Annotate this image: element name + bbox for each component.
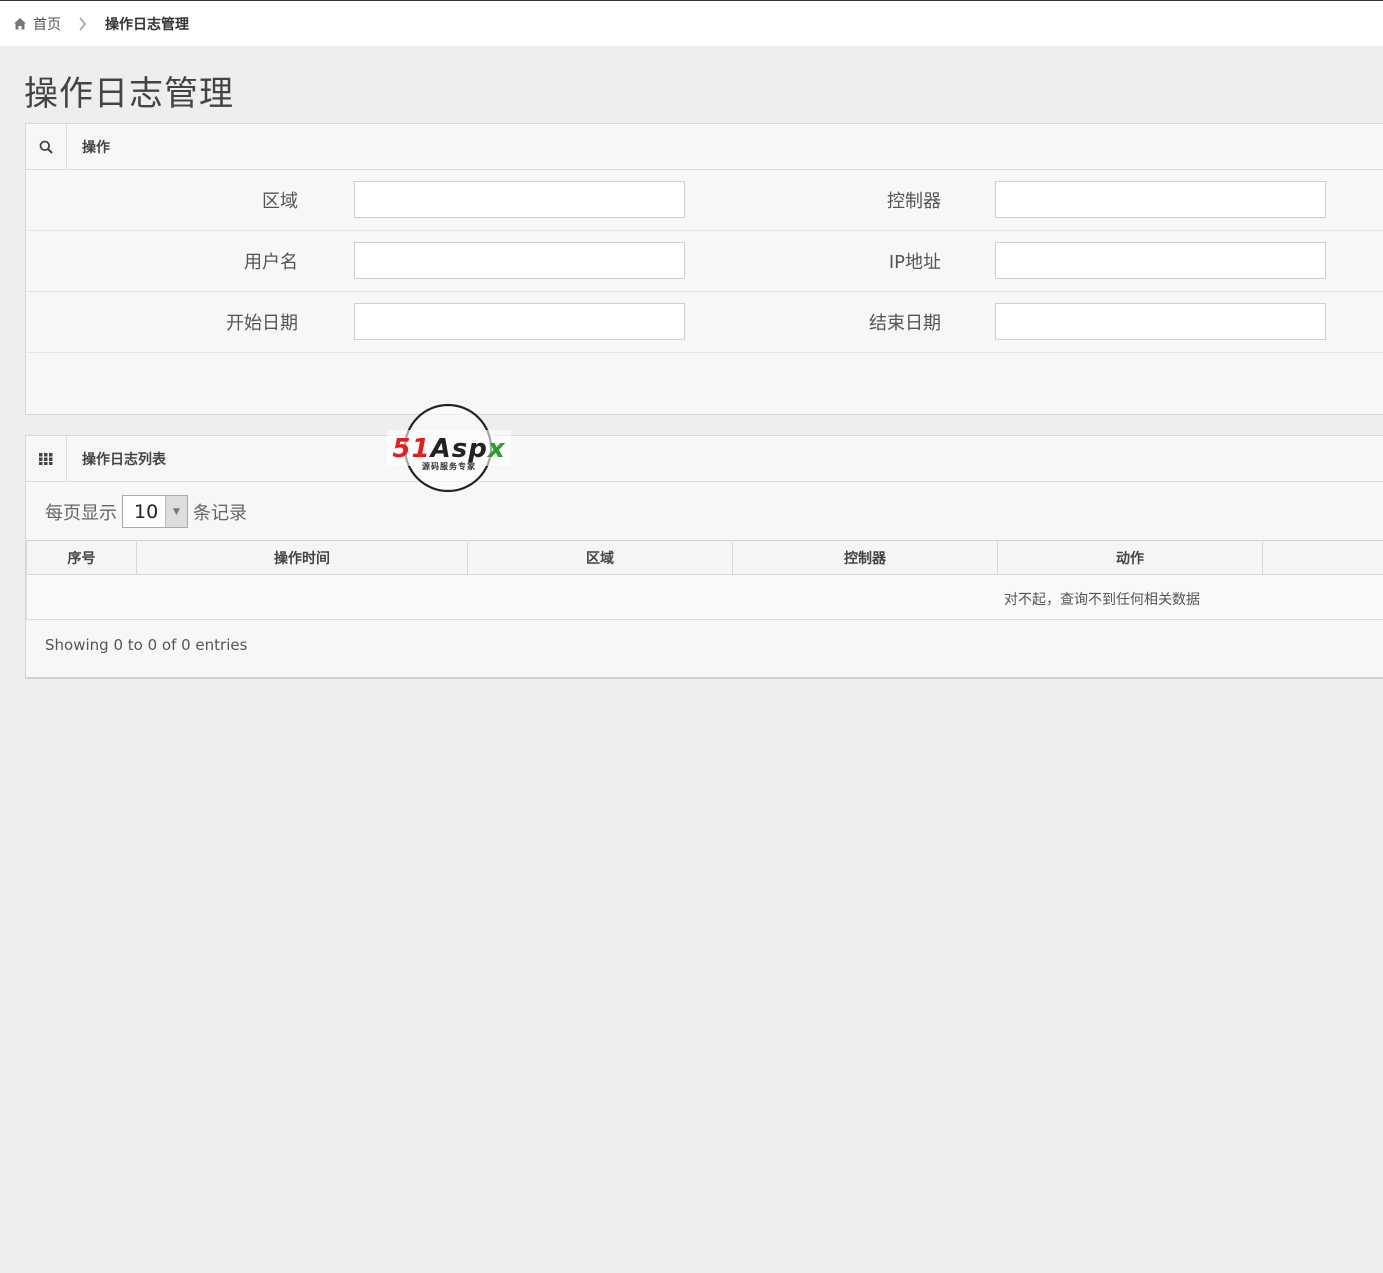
log-table: 序号 操作时间 区域 控制器 动作 对不起，查询不到任何相关数据	[26, 540, 1383, 620]
watermark-logo: 51Aspx 源码服务专家	[387, 402, 511, 494]
controller-label: 控制器	[887, 191, 941, 212]
end-date-label: 结束日期	[869, 313, 941, 334]
area-input[interactable]	[354, 181, 685, 218]
column-header-area[interactable]: 区域	[467, 540, 733, 575]
form-row-area-controller: 区域 控制器	[26, 170, 1383, 231]
empty-cell: 对不起，查询不到任何相关数据	[26, 574, 1383, 620]
grid-icon	[39, 452, 53, 465]
page-title: 操作日志管理	[24, 74, 234, 114]
controller-input[interactable]	[995, 181, 1326, 218]
column-header-controller[interactable]: 控制器	[732, 540, 998, 575]
breadcrumb: 首页 操作日志管理	[0, 0, 1383, 46]
ip-label: IP地址	[888, 252, 941, 273]
search-panel-icon-box	[26, 124, 67, 169]
start-date-input[interactable]	[354, 303, 685, 340]
column-header-action[interactable]: 动作	[997, 540, 1263, 575]
watermark-text-dark: Asp	[429, 434, 488, 464]
start-date-label: 开始日期	[226, 313, 298, 334]
form-row-username-ip: 用户名 IP地址	[26, 231, 1383, 292]
breadcrumb-home-link[interactable]: 首页	[33, 14, 61, 34]
log-list-panel-icon-box	[26, 436, 67, 481]
breadcrumb-current: 操作日志管理	[105, 16, 189, 33]
home-icon	[14, 17, 26, 29]
table-header-row: 序号 操作时间 区域 控制器 动作	[26, 540, 1383, 575]
caret-down-icon[interactable]: ▼	[165, 496, 187, 527]
column-header-time[interactable]: 操作时间	[136, 540, 468, 575]
search-icon	[39, 140, 53, 154]
column-header-index[interactable]: 序号	[26, 540, 137, 575]
area-label: 区域	[262, 191, 298, 212]
page-size-select[interactable]: 10 ▼	[122, 495, 188, 528]
watermark-text-red: 51	[392, 434, 430, 464]
empty-message: 对不起，查询不到任何相关数据	[1004, 592, 1200, 608]
search-panel: 操作 区域 控制器 用户名 IP地址 开始日期 结束日期	[25, 123, 1383, 415]
log-list-panel-header: 操作日志列表	[26, 436, 1383, 482]
page-size-suffix: 条记录	[193, 502, 247, 524]
username-input[interactable]	[354, 242, 685, 279]
log-list-panel: 操作日志列表 每页显示 10 ▼ 条记录 序号 操作时间 区域 控制器 动作 对…	[25, 435, 1383, 679]
chevron-right-icon	[79, 17, 86, 30]
page-size-control: 每页显示 10 ▼ 条记录	[45, 495, 247, 528]
username-label: 用户名	[244, 252, 298, 273]
page-size-value: 10	[134, 500, 159, 523]
form-row-dates: 开始日期 结束日期	[26, 292, 1383, 353]
watermark-text-green: x	[486, 434, 506, 464]
page-size-prefix: 每页显示	[45, 502, 117, 524]
watermark-tagline: 源码服务专家	[422, 461, 476, 471]
search-panel-header: 操作	[26, 124, 1383, 170]
column-header-extra[interactable]	[1262, 540, 1383, 575]
log-list-panel-title: 操作日志列表	[82, 451, 166, 468]
search-panel-title: 操作	[82, 139, 110, 156]
table-info: Showing 0 to 0 of 0 entries	[45, 636, 248, 654]
table-row-empty: 对不起，查询不到任何相关数据	[26, 574, 1383, 620]
svg-text:51Aspx: 51Aspx	[392, 434, 505, 464]
ip-input[interactable]	[995, 242, 1326, 279]
end-date-input[interactable]	[995, 303, 1326, 340]
